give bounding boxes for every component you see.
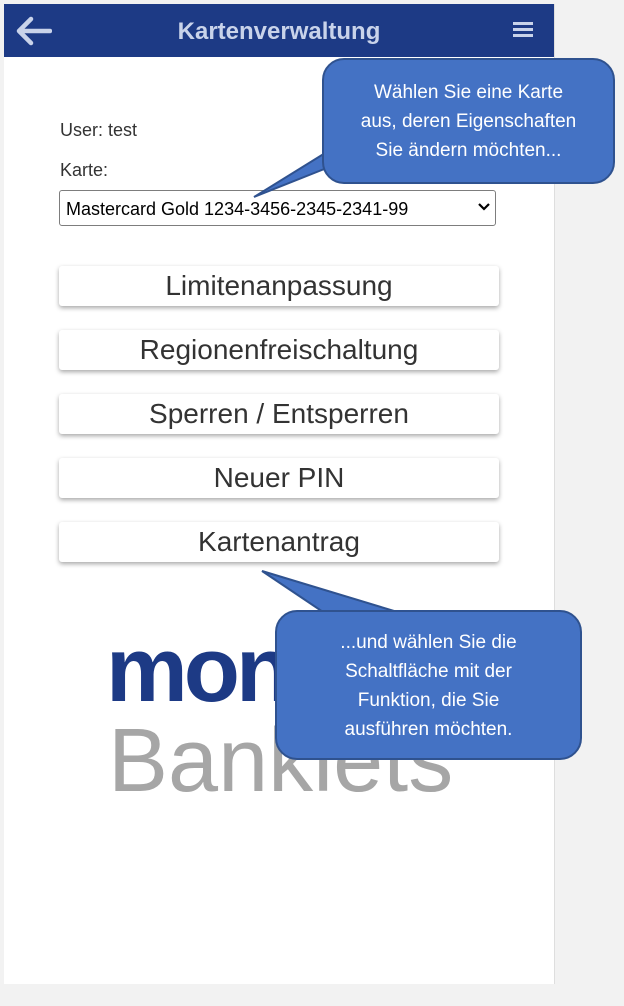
callout-line: Sie ändern möchten... — [375, 140, 562, 161]
callout-button-hint: ...und wählen Sie die Schaltfläche mit d… — [275, 610, 582, 760]
page-title: Kartenverwaltung — [177, 18, 381, 45]
block-unblock-button[interactable]: Sperren / Entsperren — [59, 394, 499, 434]
callout-line: ...und wählen Sie die — [340, 632, 517, 653]
callout-select-hint: Wählen Sie eine Karte aus, deren Eigensc… — [322, 58, 615, 184]
callout-line: ausführen möchten. — [344, 719, 513, 740]
callout-line: aus, deren Eigenschaften — [360, 111, 577, 132]
callout-line: Schaltfläche mit der — [345, 661, 512, 682]
hamburger-menu-icon[interactable] — [513, 22, 533, 40]
callout-line: Wählen Sie eine Karte — [373, 82, 564, 103]
chevron-down-icon — [478, 203, 490, 211]
logo-mark: mon — [106, 619, 292, 721]
app-header: Kartenverwaltung — [4, 4, 554, 57]
card-application-button[interactable]: Kartenantrag — [59, 522, 499, 562]
card-select[interactable]: Mastercard Gold 1234-3456-2345-2341-99 — [59, 190, 496, 226]
region-unlock-button[interactable]: Regionenfreischaltung — [59, 330, 499, 370]
card-select-value: Mastercard Gold 1234-3456-2345-2341-99 — [66, 199, 409, 219]
limit-adjustment-button[interactable]: Limitenanpassung — [59, 266, 499, 306]
user-label: User: test — [60, 120, 138, 140]
new-pin-button[interactable]: Neuer PIN — [59, 458, 499, 498]
callout-line: Funktion, die Sie — [357, 690, 500, 711]
card-label: Karte: — [60, 160, 109, 180]
